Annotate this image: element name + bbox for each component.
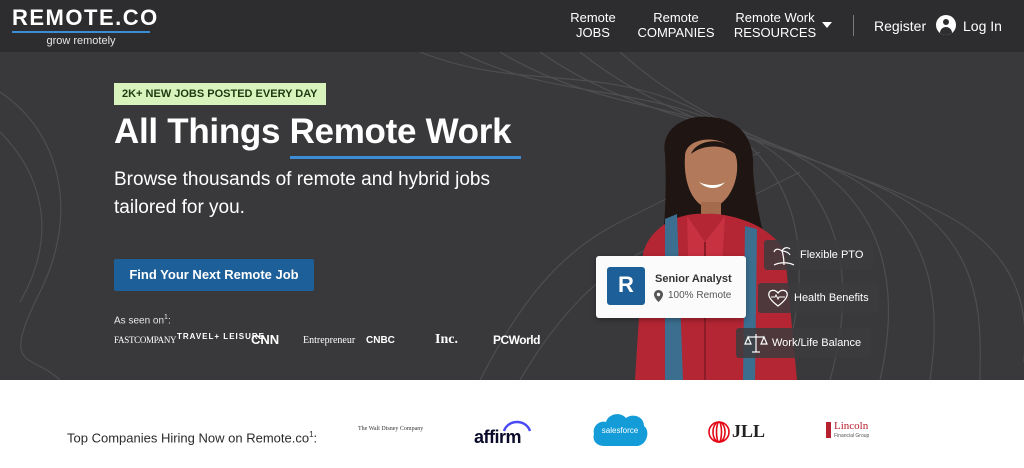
lincoln-mark bbox=[826, 422, 831, 438]
top-companies-section: Top Companies Hiring Now on Remote.co1: … bbox=[0, 380, 1024, 468]
top-companies-label: Top Companies Hiring Now on Remote.co1: bbox=[67, 430, 317, 445]
as-seen-on-label: As seen on1: bbox=[114, 314, 171, 326]
find-remote-job-button[interactable]: Find Your Next Remote Job bbox=[114, 259, 314, 291]
nav-resources-line2: RESOURCES bbox=[733, 25, 817, 40]
perk-flexible-pto: Flexible PTO bbox=[764, 240, 874, 270]
logo-tagline: grow remotely bbox=[46, 35, 116, 47]
palm-tree-icon bbox=[773, 247, 795, 266]
logo-underline bbox=[12, 31, 150, 33]
cnn-logo: CNN bbox=[251, 332, 280, 347]
lincoln-subtitle: Financial Group bbox=[834, 433, 870, 439]
jll-logo[interactable]: JLL bbox=[708, 420, 768, 444]
top-companies-text: Top Companies Hiring Now on Remote.co bbox=[67, 430, 310, 446]
logo-wordmark: REMOTE.CO bbox=[12, 5, 159, 30]
nav-remote-work-resources[interactable]: Remote Work RESOURCES bbox=[733, 10, 817, 40]
lincoln-financial-logo[interactable]: Lincoln Financial Group bbox=[826, 420, 886, 444]
nav-remote-companies-line2: COMPANIES bbox=[637, 25, 715, 40]
salesforce-wordmark: salesforce bbox=[601, 426, 639, 435]
title-underline bbox=[290, 156, 521, 159]
affirm-logo[interactable]: affirm bbox=[474, 420, 532, 447]
top-nav: REMOTE.CO grow remotely Remote JOBS Remo… bbox=[0, 0, 1024, 52]
fast-company-logo: FASTCOMPANY bbox=[114, 335, 177, 345]
entrepreneur-logo: Entrepreneur bbox=[303, 335, 356, 346]
hero-section: 2K+ NEW JOBS POSTED EVERY DAY All Things… bbox=[0, 52, 1024, 380]
nav-remote-jobs-line2: JOBS bbox=[576, 25, 610, 40]
affirm-wordmark: affirm bbox=[474, 427, 522, 447]
perk-work-life-balance-label: Work/Life Balance bbox=[772, 337, 862, 349]
perk-work-life-balance: Work/Life Balance bbox=[736, 328, 872, 358]
disney-logo[interactable]: The Walt Disney Company bbox=[358, 426, 423, 432]
job-title: Senior Analyst bbox=[655, 273, 732, 285]
remote-co-logo[interactable]: REMOTE.CO grow remotely bbox=[12, 6, 159, 47]
nav-remote-jobs-line1: Remote bbox=[570, 10, 616, 25]
as-seen-on-text: As seen on bbox=[114, 315, 165, 327]
nav-remote-companies[interactable]: Remote COMPANIES bbox=[637, 10, 715, 40]
job-card[interactable]: R Senior Analyst 100% Remote bbox=[596, 256, 746, 318]
nav-divider bbox=[853, 15, 854, 36]
jll-wordmark: JLL bbox=[732, 421, 766, 441]
job-company-logo: R bbox=[607, 267, 645, 305]
jobs-posted-badge: 2K+ NEW JOBS POSTED EVERY DAY bbox=[114, 83, 326, 105]
hero-title: All Things Remote Work bbox=[114, 112, 512, 151]
register-link[interactable]: Register bbox=[874, 18, 926, 34]
perk-flexible-pto-label: Flexible PTO bbox=[800, 249, 864, 261]
pcworld-logo: PCWorld bbox=[493, 333, 540, 347]
perk-health-benefits: Health Benefits bbox=[758, 283, 879, 313]
top-companies-colon: : bbox=[313, 430, 318, 446]
as-seen-on-colon: : bbox=[167, 315, 171, 327]
login-link[interactable]: Log In bbox=[963, 18, 1002, 34]
heart-icon bbox=[768, 289, 788, 307]
lincoln-wordmark: Lincoln bbox=[834, 420, 869, 432]
inc-logo: Inc. bbox=[435, 332, 458, 347]
nav-resources-line1: Remote Work bbox=[735, 10, 815, 25]
job-location: 100% Remote bbox=[668, 290, 732, 301]
account-icon[interactable] bbox=[936, 15, 956, 35]
nav-remote-companies-line1: Remote bbox=[653, 10, 699, 25]
chevron-down-icon[interactable] bbox=[822, 22, 832, 28]
travel-leisure-logo: TRAVEL+ LEISURE bbox=[177, 332, 265, 341]
cnbc-logo: CNBC bbox=[366, 335, 395, 346]
nav-remote-jobs[interactable]: Remote JOBS bbox=[566, 10, 620, 40]
hero-subtitle: Browse thousands of remote and hybrid jo… bbox=[114, 169, 490, 218]
perk-health-benefits-label: Health Benefits bbox=[794, 292, 869, 304]
location-pin-icon bbox=[654, 290, 663, 302]
salesforce-logo[interactable]: salesforce bbox=[592, 410, 648, 450]
balance-scale-icon bbox=[744, 334, 768, 353]
jll-globe-icon bbox=[708, 421, 730, 443]
